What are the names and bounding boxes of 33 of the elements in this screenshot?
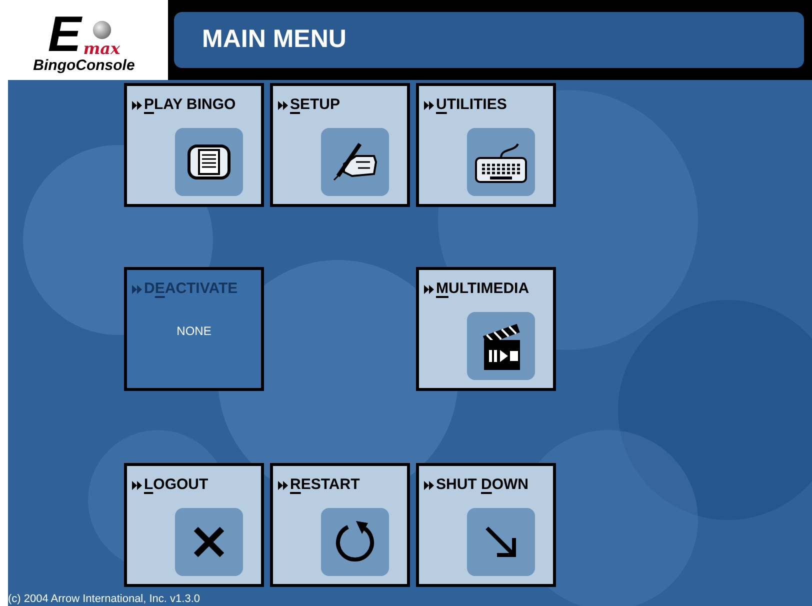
tile-label: RESTART bbox=[290, 476, 360, 494]
ball-icon bbox=[92, 20, 112, 40]
window-title: MAIN MENU bbox=[202, 24, 346, 56]
double-arrow-icon bbox=[132, 480, 143, 490]
menu-tile[interactable]: MULTIMEDIA bbox=[416, 267, 556, 391]
menu-tile[interactable]: LOGOUT bbox=[124, 463, 264, 587]
double-arrow-icon bbox=[424, 100, 435, 110]
tile-label: UTILITIES bbox=[436, 96, 507, 114]
tile-label: MULTIMEDIA bbox=[436, 280, 530, 298]
tile-label: SETUP bbox=[290, 96, 340, 114]
double-arrow-icon bbox=[132, 100, 143, 110]
close-icon bbox=[192, 525, 226, 559]
tile-value: NONE bbox=[176, 323, 212, 340]
tile-label: DEACTIVATE bbox=[144, 280, 238, 298]
logo-name: BingoConsole bbox=[33, 58, 135, 74]
double-arrow-icon bbox=[132, 284, 143, 294]
logo-letter: E bbox=[48, 10, 82, 58]
menu-tile[interactable]: PLAY BINGO bbox=[124, 83, 264, 207]
double-arrow-icon bbox=[278, 480, 289, 490]
double-arrow-icon bbox=[424, 480, 435, 490]
copyright-text: (c) 2004 Arrow International, Inc. v1.3.0 bbox=[8, 593, 200, 606]
menu-tile[interactable]: SETUP bbox=[270, 83, 410, 207]
double-arrow-icon bbox=[424, 284, 435, 294]
menu-tile[interactable]: RESTART bbox=[270, 463, 410, 587]
double-arrow-icon bbox=[278, 100, 289, 110]
arrow-icon bbox=[483, 524, 519, 560]
logo-script: max bbox=[83, 40, 120, 58]
menu-tile[interactable]: UTILITIES bbox=[416, 83, 556, 207]
tile-label: LOGOUT bbox=[144, 476, 208, 494]
tile-label: PLAY BINGO bbox=[144, 96, 236, 114]
document-icon bbox=[187, 144, 231, 180]
tile-label: SHUT DOWN bbox=[436, 476, 529, 494]
menu-tile[interactable]: SHUT DOWN bbox=[416, 463, 556, 587]
